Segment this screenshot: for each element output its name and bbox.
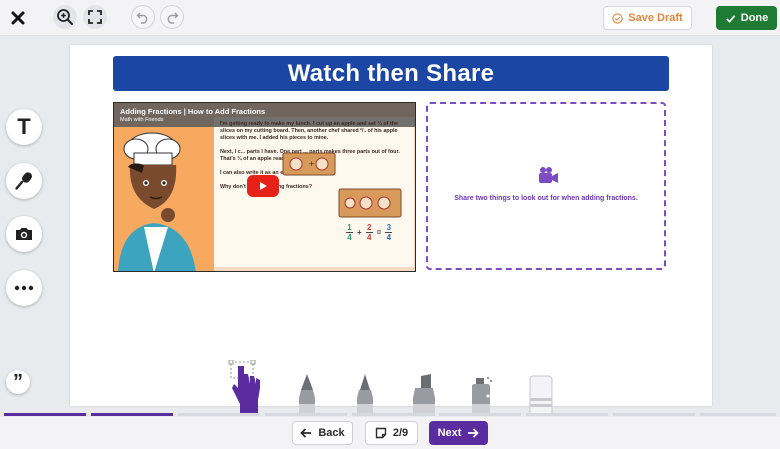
quote-icon: ”: [13, 370, 23, 393]
fraction: 2 4: [365, 223, 373, 242]
page-indicator: 2/9: [392, 427, 409, 439]
play-button[interactable]: [247, 175, 279, 197]
save-draft-button[interactable]: Save Draft: [603, 6, 692, 30]
progress-segment: [613, 413, 695, 416]
check-circle-icon: [612, 12, 623, 24]
video-embed[interactable]: Adding Fractions | How to Add Fractions …: [113, 102, 416, 272]
apple-board-illustration: +: [282, 152, 336, 176]
marker-tool[interactable]: [295, 374, 319, 416]
page-indicator-button[interactable]: 2/9: [365, 421, 418, 445]
save-draft-label: Save Draft: [628, 12, 683, 24]
video-camera-icon: [539, 167, 558, 183]
next-label: Next: [437, 427, 462, 439]
video-channel: Math with Friends: [120, 117, 164, 123]
camera-icon: [16, 228, 32, 240]
fullscreen-icon: [88, 10, 102, 24]
denominator: 4: [347, 233, 352, 242]
progress-segment: [352, 413, 434, 416]
video-character-illustration: [114, 127, 214, 271]
check-icon: [725, 14, 736, 23]
done-button[interactable]: Done: [716, 6, 777, 30]
video-response-dropzone[interactable]: Share two things to look out for when ad…: [426, 102, 666, 270]
back-label: Back: [318, 427, 345, 439]
apple-board-illustration: [338, 188, 402, 218]
more-icon: [14, 285, 34, 291]
denominator: 4: [386, 233, 392, 242]
numerator: 1: [347, 223, 352, 232]
zoom-button[interactable]: [53, 5, 77, 29]
arrow-right-icon: [468, 428, 480, 438]
progress-segment: [265, 413, 347, 416]
back-button[interactable]: Back: [292, 421, 353, 445]
progress-segment: [4, 413, 86, 416]
spray-tool[interactable]: [469, 374, 495, 416]
camera-tool-button[interactable]: [6, 216, 42, 252]
done-label: Done: [740, 12, 769, 24]
pen-tool[interactable]: [353, 374, 377, 416]
equals-sign: =: [376, 228, 382, 237]
fraction-equation: 1 4 + 2 4 = 3 4: [346, 223, 393, 242]
text-tool-icon: T: [17, 114, 31, 139]
highlighter-tool[interactable]: [411, 374, 437, 416]
page-icon: [375, 427, 387, 439]
microphone-icon: [15, 172, 32, 190]
quote-tool-button[interactable]: ”: [6, 370, 30, 394]
undo-button[interactable]: [131, 5, 155, 29]
fullscreen-button[interactable]: [83, 5, 107, 29]
denominator: 4: [366, 233, 372, 242]
numerator: 3: [386, 223, 392, 232]
progress-segment: [700, 413, 776, 416]
close-button[interactable]: [5, 5, 31, 31]
progress-segment: [91, 413, 173, 416]
redo-icon: [167, 12, 179, 24]
select-hand-tool[interactable]: [228, 360, 262, 416]
fraction: 1 4: [346, 223, 353, 242]
video-line: I'm getting ready to make my lunch. I cu…: [220, 121, 399, 141]
zoom-in-icon: [57, 9, 73, 25]
redo-button[interactable]: [160, 5, 184, 29]
progress-segment: [526, 413, 608, 416]
svg-text:+: +: [309, 159, 314, 169]
progress-segment: [439, 413, 521, 416]
eraser-tool[interactable]: [528, 374, 554, 416]
video-title: Adding Fractions | How to Add Fractions: [120, 107, 266, 116]
undo-icon: [136, 12, 148, 24]
arrow-left-icon: [300, 428, 312, 438]
numerator: 2: [366, 223, 372, 232]
canvas-page: Watch then Share Adding Fractions | How …: [70, 45, 712, 406]
microphone-tool-button[interactable]: [6, 163, 42, 199]
page-title: Watch then Share: [113, 56, 669, 91]
progress-segment: [178, 413, 260, 416]
play-icon: [260, 182, 267, 190]
text-tool-button[interactable]: T: [6, 109, 42, 145]
more-tools-button[interactable]: [6, 270, 42, 306]
plus-sign: +: [357, 228, 362, 237]
close-icon: [11, 11, 25, 25]
fraction: 3 4: [385, 223, 393, 242]
next-button[interactable]: Next: [429, 421, 488, 445]
share-prompt: Share two things to look out for when ad…: [454, 195, 638, 202]
